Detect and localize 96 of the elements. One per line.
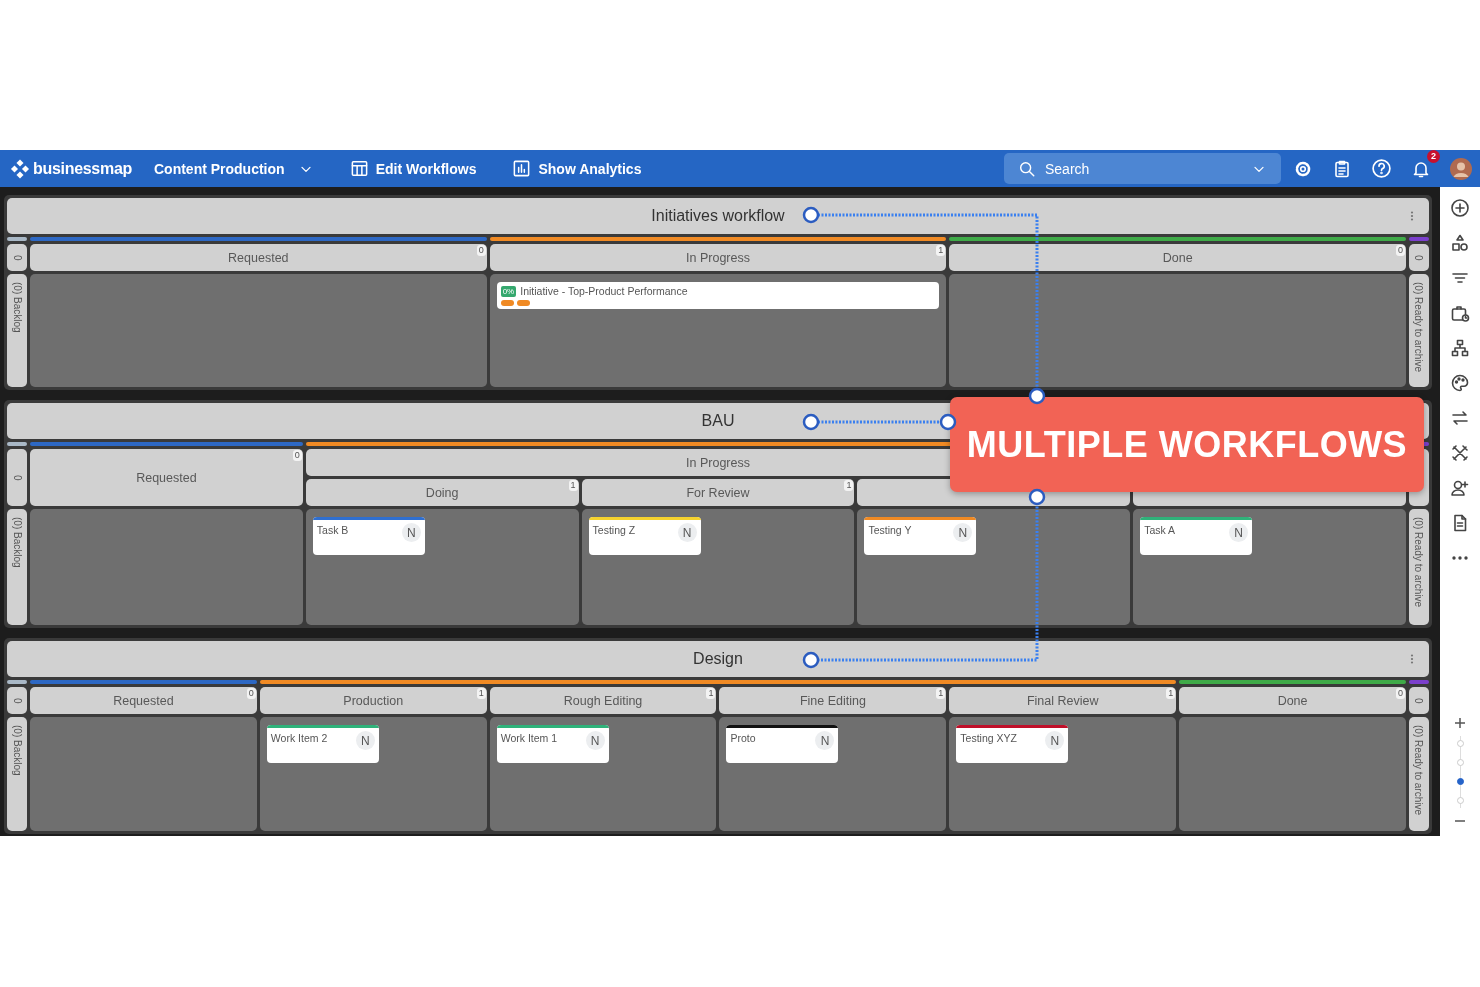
card-title: Testing Z xyxy=(592,523,636,536)
column-title: In Progress xyxy=(686,250,750,265)
avatar-initial: N xyxy=(815,731,835,750)
count-badge: 1 xyxy=(936,245,946,256)
lane-label[interactable]: (0) Backlog xyxy=(7,717,27,831)
search-input[interactable]: Search xyxy=(1045,160,1242,177)
column-title: Fine Editing xyxy=(799,693,866,708)
briefcase-icon[interactable] xyxy=(1450,303,1470,323)
add-user-icon[interactable] xyxy=(1450,478,1470,498)
workflow-title: Initiatives workflow xyxy=(651,207,785,225)
count-badge: 1 xyxy=(936,688,946,699)
task-card[interactable]: Testing Y N xyxy=(864,517,977,555)
hierarchy-icon[interactable] xyxy=(1450,338,1470,358)
column-title: Requested xyxy=(113,693,174,708)
brand-name: businessmap xyxy=(33,159,132,178)
column-title: Done xyxy=(1162,250,1193,265)
task-card[interactable]: Proto N xyxy=(726,725,839,763)
connector-node[interactable] xyxy=(939,413,957,431)
column-title: Requested xyxy=(136,470,197,485)
lane-count: 0 xyxy=(1409,687,1429,714)
lane-label[interactable]: (0) Ready to archive xyxy=(1409,274,1429,387)
lane-label[interactable]: (0) Backlog xyxy=(7,274,27,387)
connector-node[interactable] xyxy=(1028,387,1046,405)
zoom-stop[interactable] xyxy=(1456,778,1464,785)
add-icon[interactable] xyxy=(1450,198,1470,218)
board-selector[interactable]: Content Production xyxy=(149,156,318,181)
count-badge: 0 xyxy=(1395,688,1405,699)
task-card[interactable]: Work Item 1 N xyxy=(496,725,609,763)
card-title: Task B xyxy=(316,523,349,536)
task-card[interactable]: Task B N xyxy=(312,517,425,555)
connector-node[interactable] xyxy=(802,206,820,224)
card-title: Work Item 1 xyxy=(500,731,558,744)
count-badge: 0 xyxy=(292,450,302,461)
progress-badge: 0% xyxy=(500,285,517,297)
tools-icon[interactable] xyxy=(1450,443,1470,463)
lane-count: 0 xyxy=(7,449,27,506)
avatar-initial: N xyxy=(1229,523,1249,542)
task-card[interactable]: Testing XYZ N xyxy=(956,725,1069,763)
toolbar-button[interactable]: Edit Workflows xyxy=(345,155,481,182)
column-title: For Review xyxy=(686,485,750,500)
swap-icon[interactable] xyxy=(1450,408,1470,428)
table-icon xyxy=(349,159,369,178)
connector-node[interactable] xyxy=(1028,488,1046,506)
column-title: Final Review xyxy=(1026,693,1099,708)
column-title: Done xyxy=(1277,693,1308,708)
card-title: Testing XYZ xyxy=(960,731,1017,744)
card-title: Task A xyxy=(1144,523,1176,536)
avatar-initial: N xyxy=(401,523,421,542)
card-title: Testing Y xyxy=(868,523,912,536)
lane-label[interactable]: (0) Ready to archive xyxy=(1409,509,1429,625)
count-badge: 1 xyxy=(1166,688,1176,699)
workflow-title: Design xyxy=(693,650,743,668)
task-card[interactable]: Testing Z N xyxy=(588,517,701,555)
count-badge: 0 xyxy=(1395,245,1405,256)
chart-icon xyxy=(512,159,532,178)
count-badge: 0 xyxy=(246,688,256,699)
count-badge: 1 xyxy=(844,480,854,491)
clipboard-icon[interactable] xyxy=(1332,158,1352,179)
logo-icon xyxy=(10,158,30,179)
connector-node[interactable] xyxy=(802,413,820,431)
zoom-in-icon[interactable] xyxy=(1453,716,1467,730)
avatar-initial: N xyxy=(677,523,697,542)
toolbar-button[interactable]: Show Analytics xyxy=(508,155,646,182)
shapes-icon[interactable] xyxy=(1450,233,1470,253)
avatar-initial: N xyxy=(585,731,605,750)
notification-badge: 2 xyxy=(1427,149,1440,163)
task-card[interactable]: Task A N xyxy=(1140,517,1253,555)
card-title: Work Item 2 xyxy=(270,731,328,744)
lane-count: 0 xyxy=(1409,244,1429,271)
search-bar[interactable]: Search xyxy=(1004,153,1281,184)
palette-icon[interactable] xyxy=(1450,373,1470,393)
callout-banner: MULTIPLE WORKFLOWS xyxy=(950,397,1424,492)
count-badge: 1 xyxy=(476,688,486,699)
column-title: Production xyxy=(343,693,404,708)
column-title: Rough Editing xyxy=(563,693,643,708)
avatar-initial: N xyxy=(1045,731,1065,750)
connector-node[interactable] xyxy=(802,651,820,669)
avatar-initial: N xyxy=(355,731,375,750)
lane-count: 0 xyxy=(7,687,27,714)
count-badge: 0 xyxy=(476,245,486,256)
lane-count: 0 xyxy=(7,244,27,271)
card-title: Initiative - Top-Product Performance xyxy=(520,285,688,297)
help-icon[interactable] xyxy=(1371,158,1392,179)
user-avatar[interactable] xyxy=(1450,157,1472,180)
workflow-title: BAU xyxy=(701,412,735,430)
lane-label[interactable]: (0) Ready to archive xyxy=(1409,717,1429,831)
card-title: Proto xyxy=(730,731,756,744)
column-title: Doing xyxy=(425,485,459,500)
avatar-initial: N xyxy=(953,523,973,542)
initiative-card[interactable]: 0% Initiative - Top-Product Performance xyxy=(496,282,940,309)
column-title: Requested xyxy=(228,250,289,265)
lane-label[interactable]: (0) Backlog xyxy=(7,509,27,625)
count-badge: 1 xyxy=(706,688,716,699)
task-card[interactable]: Work Item 2 N xyxy=(266,725,379,763)
count-badge: 1 xyxy=(568,480,578,491)
search-icon xyxy=(1018,159,1036,178)
